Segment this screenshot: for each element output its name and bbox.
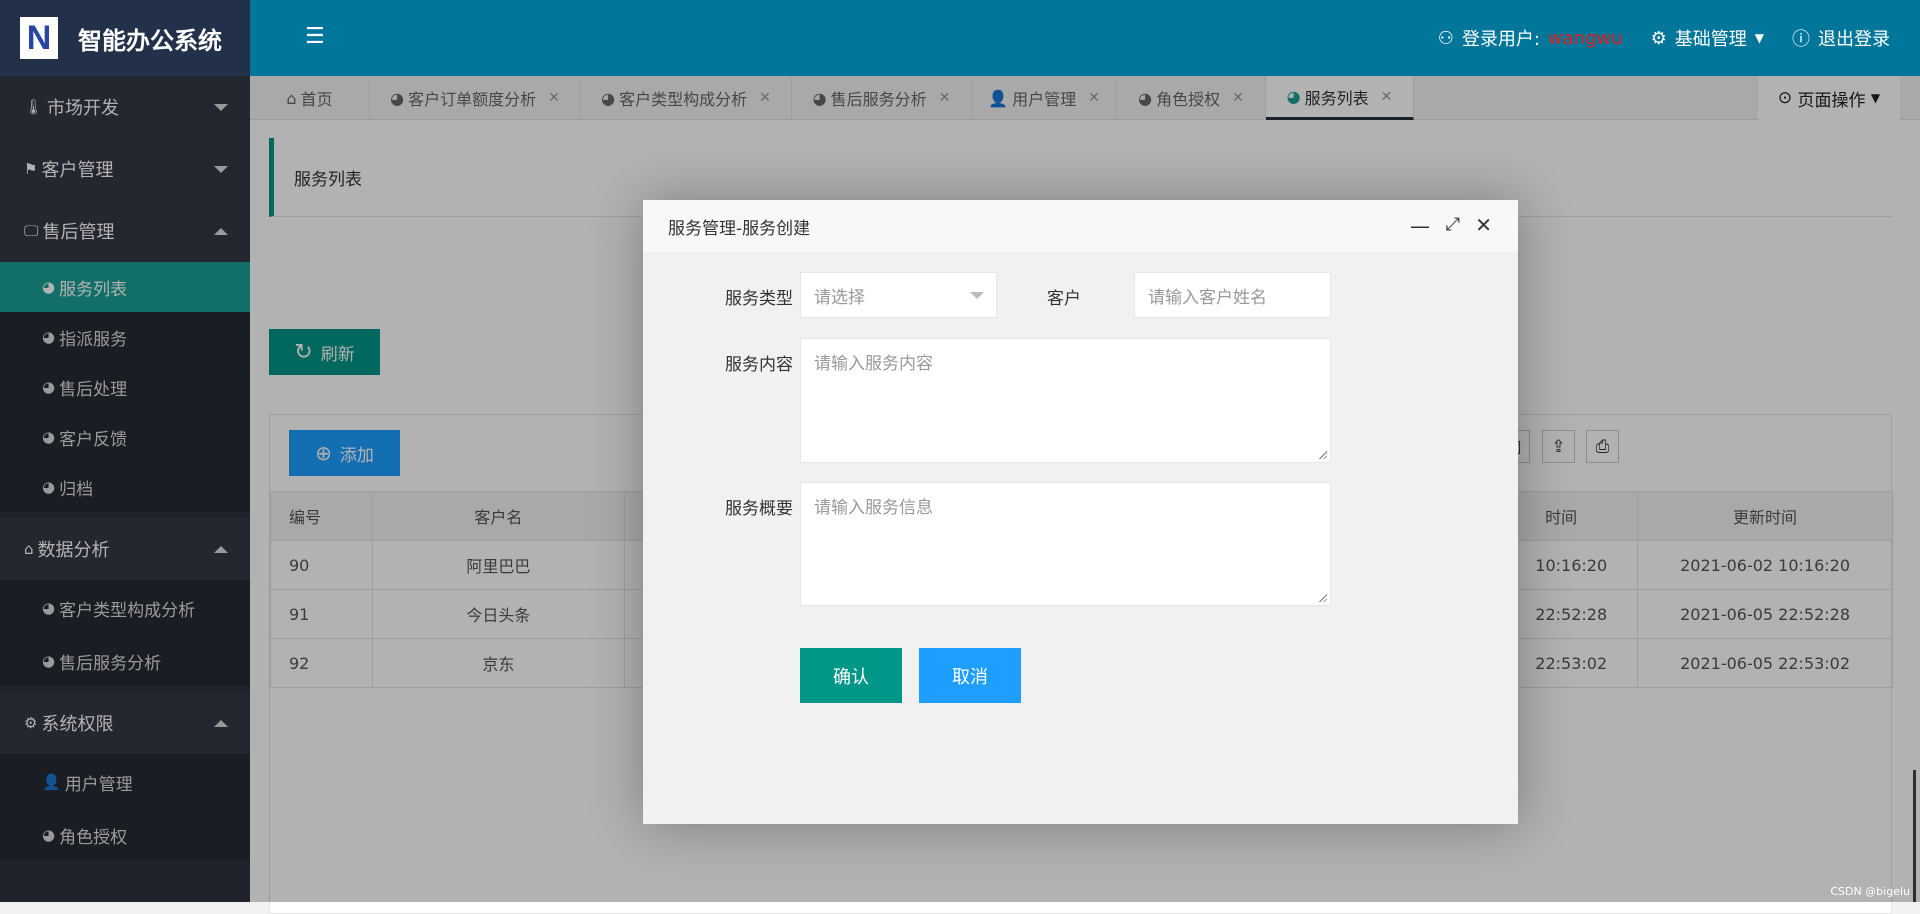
input-placeholder: 请输入客户姓名 xyxy=(1148,287,1267,308)
user-icon: ⚇ xyxy=(1437,27,1454,49)
customer-label: 客户 xyxy=(1047,289,1081,309)
modal-title: 服务管理-服务创建 xyxy=(668,218,811,239)
menu-toggle-icon[interactable]: ☰ xyxy=(305,26,325,48)
modal-header: 服务管理-服务创建 — ⤢ ✕ xyxy=(643,200,1518,253)
login-user-label: 登录用户: xyxy=(1461,29,1540,50)
cancel-button[interactable]: 取消 xyxy=(919,648,1021,703)
minimize-icon[interactable]: — xyxy=(1410,214,1430,238)
caret-down-icon xyxy=(970,292,984,299)
select-placeholder: 请选择 xyxy=(814,287,865,308)
service-create-modal: 服务管理-服务创建 — ⤢ ✕ 服务类型 请选择 客户 请输入客户姓名 服务内容… xyxy=(643,200,1518,824)
resize-handle[interactable] xyxy=(1318,450,1327,459)
close-icon[interactable]: ✕ xyxy=(1475,213,1492,237)
basic-mgmt-menu[interactable]: 基础管理 xyxy=(1675,25,1747,51)
maximize-icon[interactable]: ⤢ xyxy=(1446,214,1460,235)
service-type-select[interactable]: 请选择 xyxy=(800,272,997,318)
watermark: CSDN @bigelu xyxy=(1830,885,1910,898)
username[interactable]: wangwu xyxy=(1548,28,1623,49)
service-content-textarea[interactable]: 请输入服务内容 xyxy=(800,338,1331,463)
caret-down-icon: ▼ xyxy=(1754,31,1764,45)
service-type-label: 服务类型 xyxy=(725,289,793,309)
textarea-placeholder: 请输入服务信息 xyxy=(814,498,933,518)
service-content-label: 服务内容 xyxy=(725,355,793,375)
info-icon: ⓘ xyxy=(1792,29,1810,50)
textarea-placeholder: 请输入服务内容 xyxy=(814,354,933,374)
logout-link[interactable]: 退出登录 xyxy=(1818,25,1890,51)
customer-input[interactable]: 请输入客户姓名 xyxy=(1134,272,1331,318)
service-summary-label: 服务概要 xyxy=(725,499,793,519)
gear-icon: ⚙ xyxy=(1650,27,1667,49)
top-header: ☰ ⚇ 登录用户: wangwu ⚙ 基础管理 ▼ ⓘ 退出登录 xyxy=(250,0,1920,76)
service-summary-textarea[interactable]: 请输入服务信息 xyxy=(800,482,1331,606)
resize-handle[interactable] xyxy=(1318,593,1327,602)
confirm-button[interactable]: 确认 xyxy=(800,648,902,703)
